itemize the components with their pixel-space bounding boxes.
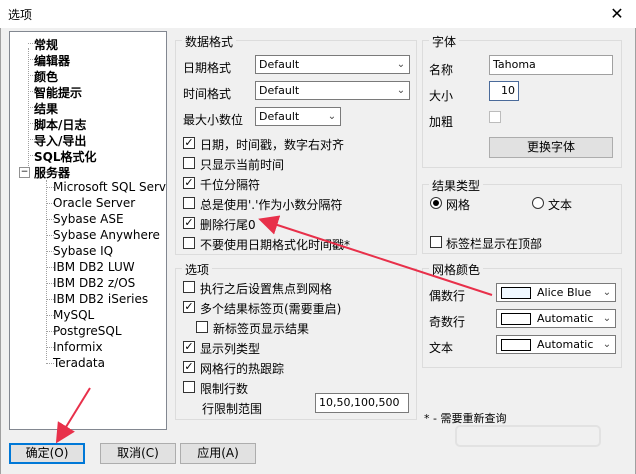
annotation-arrows xyxy=(55,215,493,444)
arrow-to-ok-button xyxy=(55,387,91,444)
arrow-to-trailing-zero xyxy=(258,215,493,296)
